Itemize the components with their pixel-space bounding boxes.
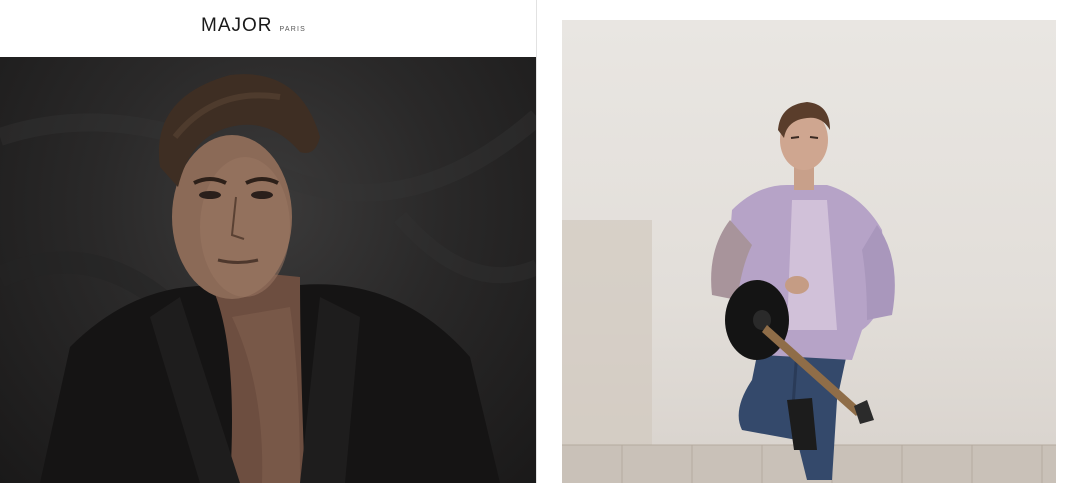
portrait-photo-right[interactable] [562, 20, 1056, 483]
guitar-illustration [562, 102, 1056, 483]
portrait-photo-left[interactable] [0, 57, 537, 483]
left-page: MAJOR PARIS [0, 0, 537, 483]
agency-city: PARIS [279, 26, 306, 33]
agency-name: MAJOR [201, 15, 273, 36]
right-page [537, 0, 1074, 483]
agency-logo[interactable]: MAJOR PARIS [201, 15, 306, 37]
portrait-illustration [0, 74, 537, 483]
